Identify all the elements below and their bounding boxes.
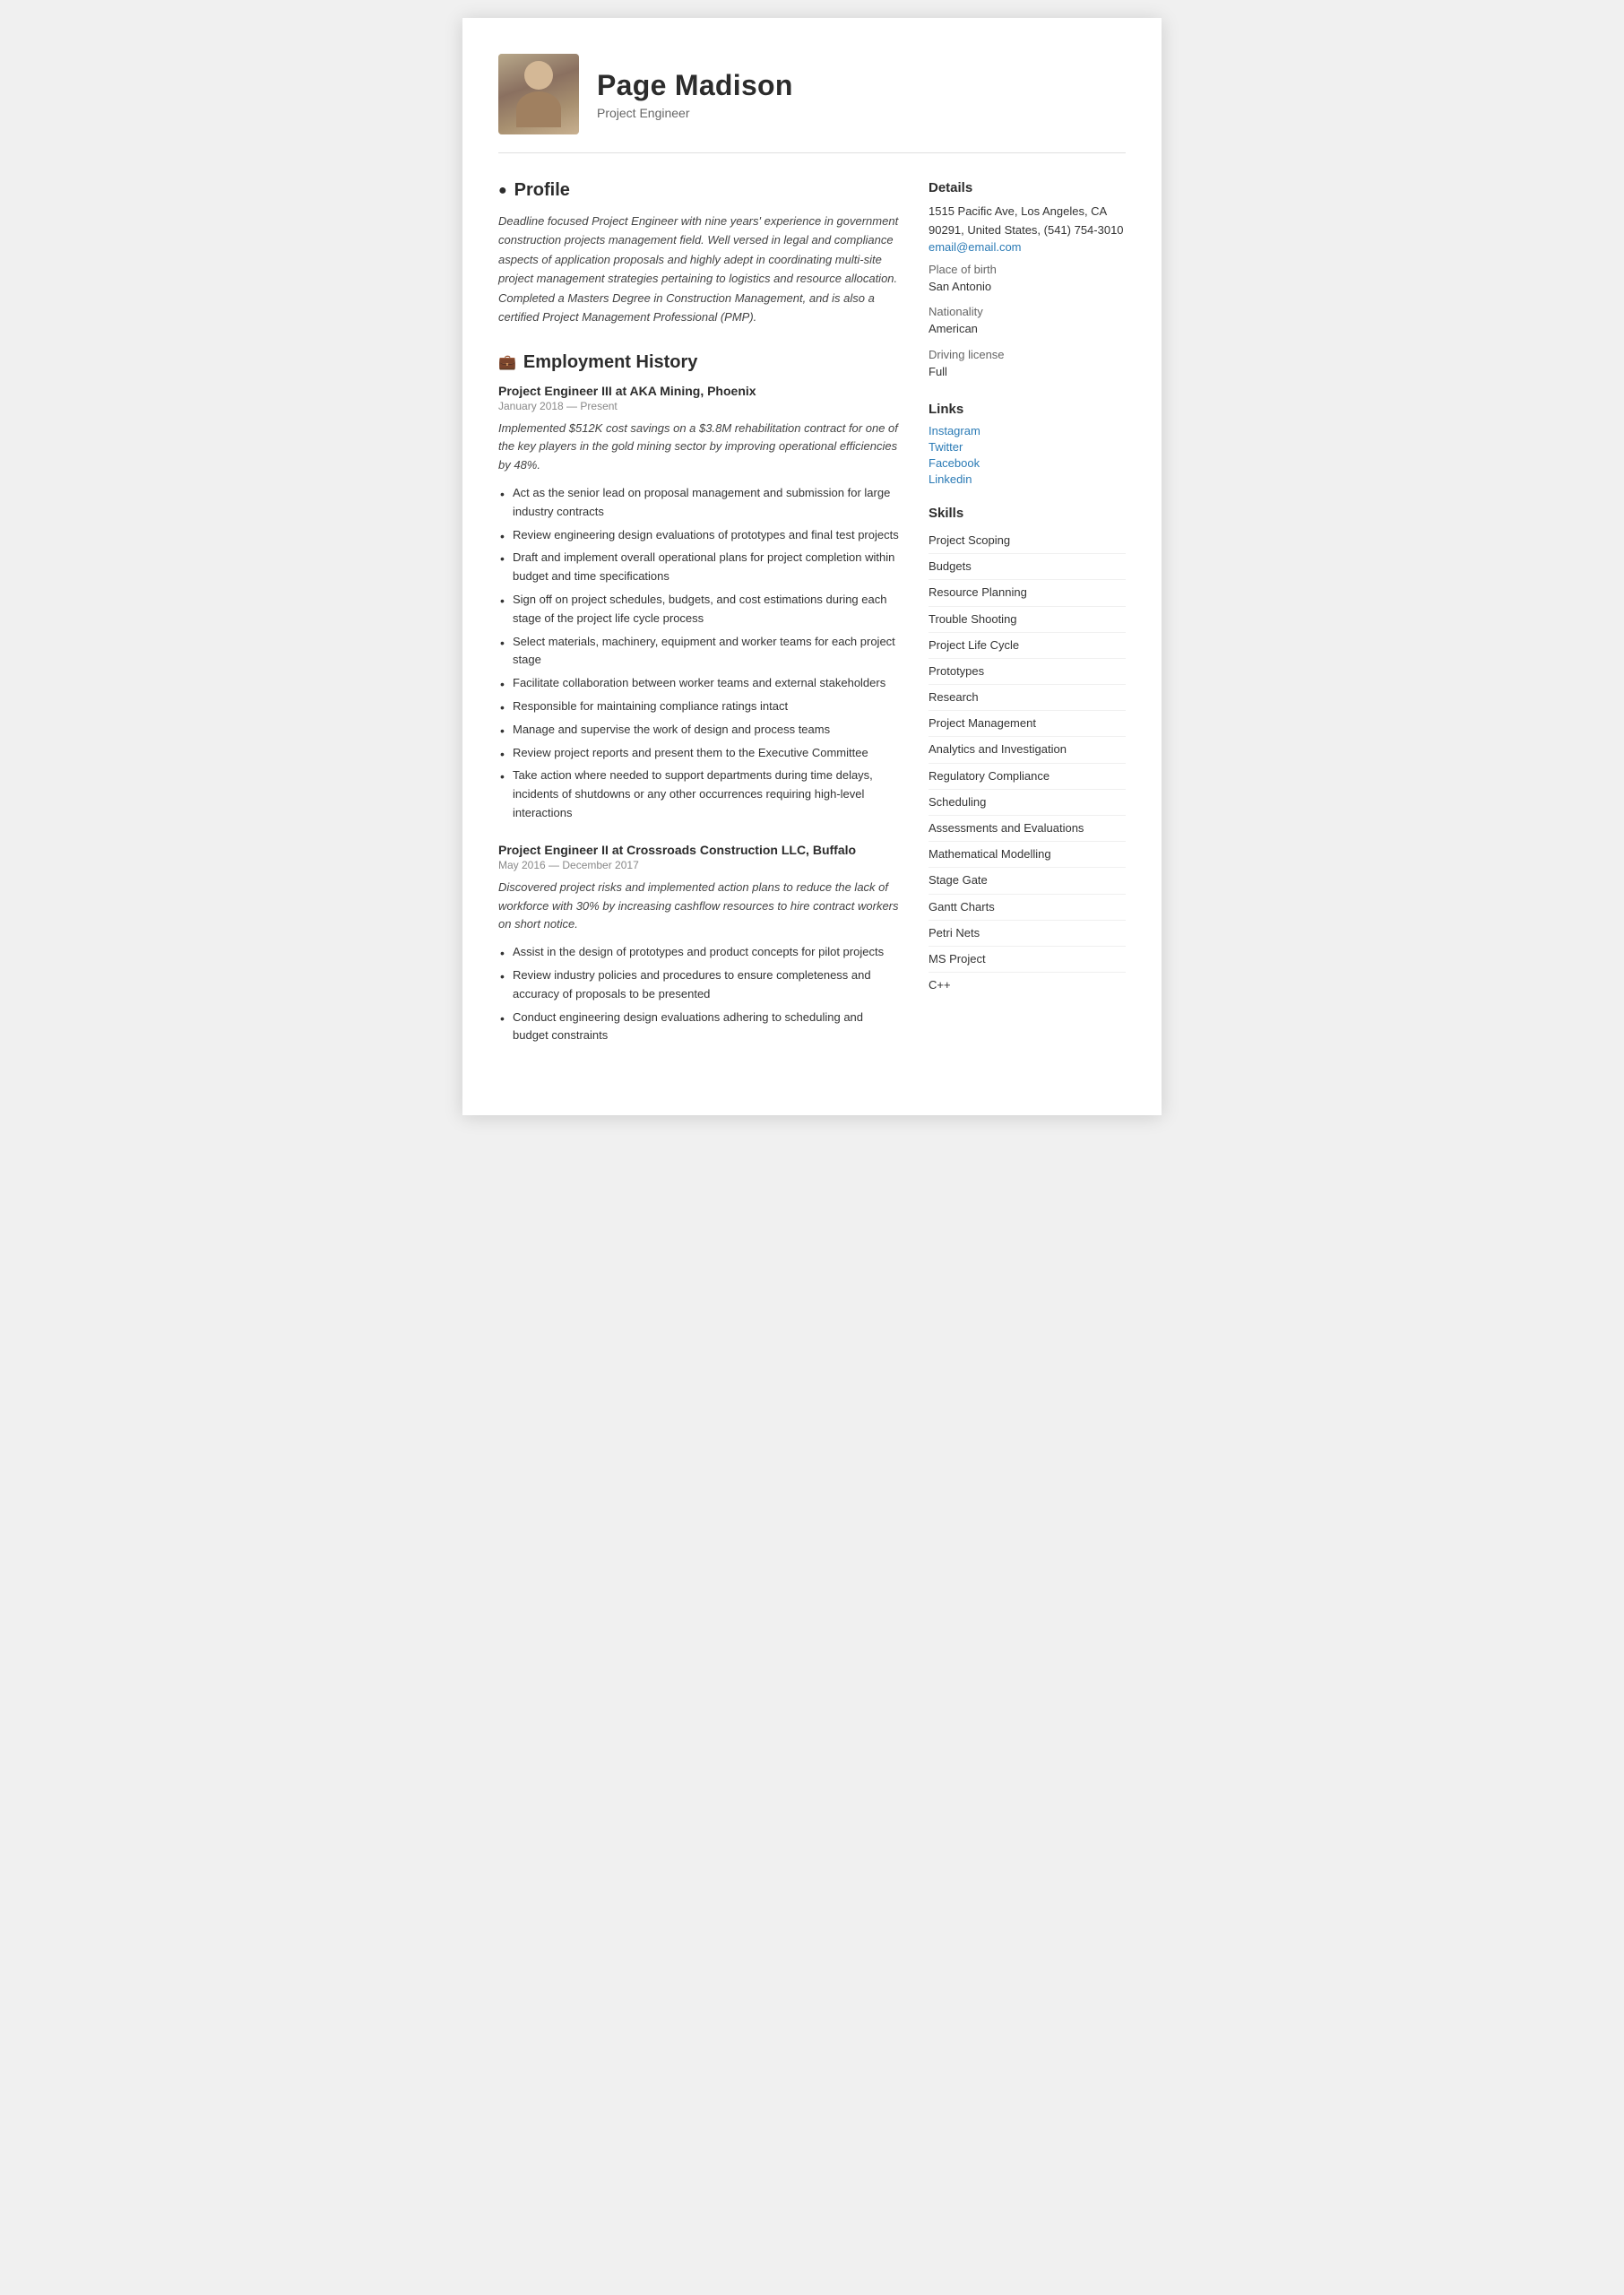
skill-item: Project Management [929,711,1126,737]
job-bullets-2: Assist in the design of prototypes and p… [498,943,902,1045]
facebook-link[interactable]: Facebook [929,456,1126,470]
list-item: Review project reports and present them … [498,744,902,763]
resume-document: Page Madison Project Engineer ● Profile … [462,18,1162,1115]
skill-item: Research [929,685,1126,711]
list-item: Responsible for maintaining compliance r… [498,697,902,716]
skills-section: Skills Project Scoping Budgets Resource … [929,506,1126,998]
job-date-1: January 2018 — Present [498,400,902,412]
instagram-link[interactable]: Instagram [929,424,1126,437]
candidate-name: Page Madison [597,69,793,102]
skill-item: Mathematical Modelling [929,842,1126,868]
skill-item: Prototypes [929,659,1126,685]
linkedin-link[interactable]: Linkedin [929,472,1126,486]
list-item: Sign off on project schedules, budgets, … [498,591,902,628]
skill-item: Analytics and Investigation [929,737,1126,763]
nationality-value: American [929,320,1126,339]
skill-item: Stage Gate [929,868,1126,894]
driving-license-label: Driving license [929,348,1126,361]
job-block-1: Project Engineer III at AKA Mining, Phoe… [498,384,902,823]
details-section: Details 1515 Pacific Ave, Los Angeles, C… [929,180,1126,382]
details-title: Details [929,180,1126,195]
job-block-2: Project Engineer II at Crossroads Constr… [498,843,902,1045]
profile-text: Deadline focused Project Engineer with n… [498,212,902,327]
twitter-link[interactable]: Twitter [929,440,1126,454]
skill-item: MS Project [929,947,1126,973]
links-title: Links [929,402,1126,417]
resume-header: Page Madison Project Engineer [498,54,1126,153]
list-item: Conduct engineering design evaluations a… [498,1009,902,1046]
skill-item: C++ [929,973,1126,998]
skill-item: Assessments and Evaluations [929,816,1126,842]
email-link[interactable]: email@email.com [929,240,1126,254]
employment-section: 💼 Employment History Project Engineer II… [498,352,902,1046]
address-text: 1515 Pacific Ave, Los Angeles, CA 90291,… [929,203,1126,240]
profile-section: ● Profile Deadline focused Project Engin… [498,180,902,327]
employment-icon: 💼 [498,353,516,371]
skill-item: Petri Nets [929,921,1126,947]
skill-item: Gantt Charts [929,895,1126,921]
avatar [498,54,579,134]
employment-section-title: 💼 Employment History [498,352,902,373]
right-column: Details 1515 Pacific Ave, Los Angeles, C… [929,180,1126,1070]
job-title-2: Project Engineer II at Crossroads Constr… [498,843,902,857]
skill-item: Project Scoping [929,528,1126,554]
skill-item: Regulatory Compliance [929,764,1126,790]
skill-item: Resource Planning [929,580,1126,606]
skills-title: Skills [929,506,1126,521]
list-item: Select materials, machinery, equipment a… [498,633,902,671]
list-item: Take action where needed to support depa… [498,766,902,822]
skill-item: Budgets [929,554,1126,580]
list-item: Facilitate collaboration between worker … [498,674,902,693]
job-summary-2: Discovered project risks and implemented… [498,879,902,934]
list-item: Manage and supervise the work of design … [498,721,902,740]
profile-section-title: ● Profile [498,180,902,201]
job-date-2: May 2016 — December 2017 [498,859,902,871]
header-text: Page Madison Project Engineer [597,69,793,120]
nationality-label: Nationality [929,305,1126,318]
skill-item: Project Life Cycle [929,633,1126,659]
place-of-birth-label: Place of birth [929,263,1126,276]
job-summary-1: Implemented $512K cost savings on a $3.8… [498,420,902,475]
candidate-title: Project Engineer [597,106,793,120]
content-area: ● Profile Deadline focused Project Engin… [498,180,1126,1070]
job-title-1: Project Engineer III at AKA Mining, Phoe… [498,384,902,398]
list-item: Assist in the design of prototypes and p… [498,943,902,962]
skill-item: Trouble Shooting [929,607,1126,633]
list-item: Draft and implement overall operational … [498,549,902,586]
driving-license-value: Full [929,363,1126,382]
place-of-birth-value: San Antonio [929,278,1126,297]
list-item: Act as the senior lead on proposal manag… [498,484,902,522]
job-bullets-1: Act as the senior lead on proposal manag… [498,484,902,823]
profile-icon: ● [498,183,507,199]
skill-item: Scheduling [929,790,1126,816]
links-section: Links Instagram Twitter Facebook Linkedi… [929,402,1126,486]
list-item: Review engineering design evaluations of… [498,526,902,545]
left-column: ● Profile Deadline focused Project Engin… [498,180,902,1070]
list-item: Review industry policies and procedures … [498,966,902,1004]
